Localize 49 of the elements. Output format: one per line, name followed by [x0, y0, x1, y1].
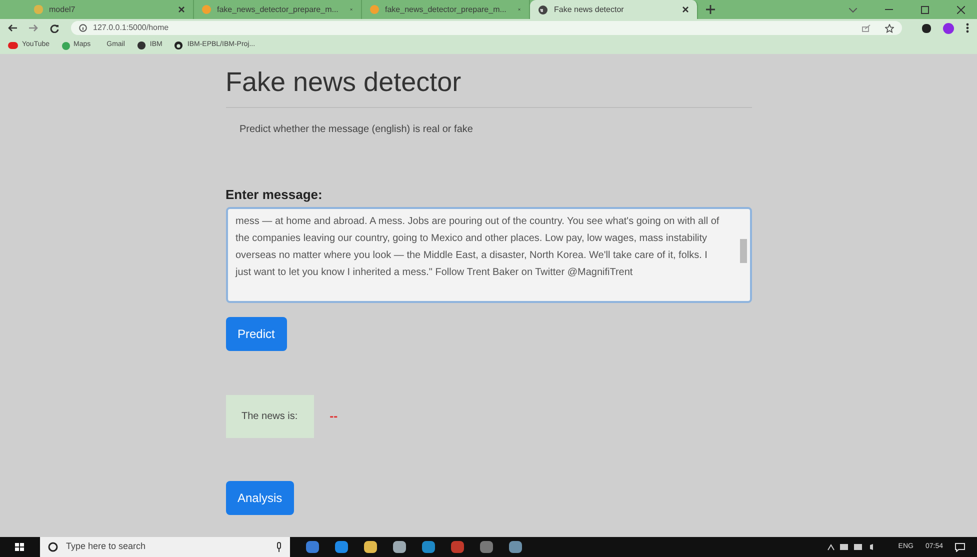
page-title: Fake news detector — [226, 66, 462, 99]
notification-icon[interactable] — [955, 542, 965, 552]
result-label: The news is: — [226, 394, 314, 438]
message-label: Enter message: — [226, 186, 324, 204]
reload-icon[interactable] — [50, 24, 59, 32]
subtitle: Predict whether the message (english) is real or fake — [240, 123, 474, 137]
star-icon[interactable] — [885, 24, 894, 32]
chevron-down-icon[interactable] — [849, 8, 857, 12]
new-tab-icon[interactable] — [706, 5, 715, 14]
taskbar-app-icon[interactable] — [335, 541, 348, 553]
video-play-icon — [8, 42, 18, 49]
analysis-button[interactable]: Analysis — [226, 480, 294, 514]
minimize-icon[interactable] — [885, 9, 893, 11]
result-value: -- — [330, 408, 338, 425]
tab-title: fake_news_detector_prepare_m... — [385, 4, 506, 16]
taskbar-app-icon[interactable] — [306, 541, 319, 553]
share-icon[interactable] — [862, 24, 871, 32]
tab-favicon-icon — [34, 5, 43, 14]
sidebar-icon[interactable] — [922, 24, 931, 32]
taskbar-app-icon[interactable] — [393, 541, 406, 553]
taskbar-app-icon[interactable] — [364, 541, 377, 553]
predict-button[interactable]: Predict — [226, 316, 287, 350]
address-bar[interactable]: 127.0.0.1:5000/home — [71, 21, 902, 35]
globe-icon — [538, 4, 548, 14]
search-circle-icon — [48, 542, 58, 552]
scrollbar[interactable] — [740, 238, 746, 262]
microphone-icon[interactable] — [276, 542, 282, 552]
profile-avatar[interactable] — [943, 22, 954, 34]
info-icon[interactable] — [79, 24, 87, 32]
forward-arrow-icon[interactable] — [29, 24, 38, 32]
globe-icon — [136, 41, 146, 50]
taskbar-app-icon[interactable] — [509, 541, 522, 553]
kebab-menu-icon[interactable] — [966, 23, 969, 33]
tab-favicon-icon — [370, 5, 379, 14]
taskbar-search-field[interactable]: Type here to search — [40, 537, 290, 557]
close-icon[interactable] — [957, 6, 965, 14]
tab-title: fake_news_detector_prepare_m... — [217, 4, 338, 16]
tab-title: Fake news detector — [554, 4, 624, 16]
message-field[interactable]: mess — at home and abroad. A mess. Jobs are pouring out of the country. You see what's going on with all of the companies leaving our country, going to Mexico and other places. Low pay, low wages, mass instability overseas no matter where you look — the Middle East, a disaster, North Korea. We'll take care of it, folks. I just want to let you know I inherited a mess." Follow Trent Baker on Twitter @MagnifiTrent — [226, 206, 752, 302]
browser-tab[interactable]: Fake news detector — [530, 0, 698, 19]
map-pin-icon — [62, 42, 70, 50]
tab-title: model7 — [49, 4, 76, 16]
tab-favicon-icon — [202, 5, 211, 14]
close-icon[interactable] — [178, 6, 185, 13]
taskbar-app-icon[interactable] — [422, 541, 435, 553]
taskbar-app-icon[interactable] — [480, 541, 493, 553]
back-arrow-icon[interactable] — [8, 24, 17, 32]
close-icon[interactable] — [682, 6, 689, 13]
maximize-icon[interactable] — [921, 6, 929, 14]
